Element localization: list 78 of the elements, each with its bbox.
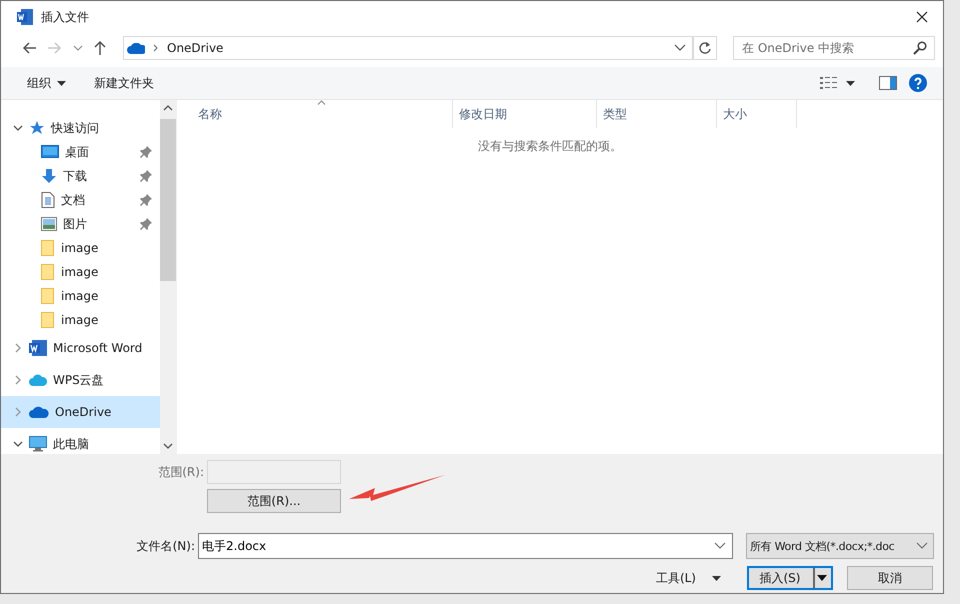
nav-item[interactable]: 文档 <box>1 188 160 212</box>
pin-icon[interactable] <box>140 170 152 182</box>
chevron-down-icon[interactable] <box>674 44 686 52</box>
refresh-button[interactable] <box>693 36 717 60</box>
nav-item[interactable]: WPS云盘 <box>1 364 160 396</box>
nav-item[interactable]: 图片 <box>1 212 160 236</box>
folder-icon <box>41 240 55 256</box>
nav-item[interactable]: Microsoft Word <box>1 332 160 364</box>
caret-icon <box>817 575 827 581</box>
filename-field[interactable]: 电手2.docx <box>198 533 733 559</box>
monitor-icon <box>41 145 59 159</box>
nav-item[interactable]: 快速访问 <box>1 116 160 140</box>
window-title: 插入文件 <box>41 8 89 26</box>
pin-icon[interactable] <box>140 218 152 230</box>
cancel-button[interactable]: 取消 <box>847 566 933 590</box>
preview-pane-icon[interactable] <box>879 76 897 90</box>
nav-item[interactable]: 此电脑 <box>1 428 160 454</box>
help-icon[interactable] <box>909 74 927 92</box>
cloud-icon <box>29 406 49 418</box>
caret-icon[interactable] <box>846 80 855 86</box>
star-icon <box>29 120 45 136</box>
pin-icon[interactable] <box>140 194 152 206</box>
new-folder-button[interactable]: 新建文件夹 <box>86 72 162 94</box>
chevron-up-icon[interactable] <box>163 105 173 111</box>
caret-icon <box>57 80 66 86</box>
column-header[interactable]: 大小 <box>717 100 797 128</box>
scrollbar-thumb[interactable] <box>160 119 176 281</box>
tools-button[interactable]: 工具(L) <box>650 568 727 588</box>
address-text: OneDrive <box>167 41 224 55</box>
up-arrow-icon[interactable] <box>93 40 107 56</box>
nav-item[interactable]: 下载 <box>1 164 160 188</box>
nav-item[interactable]: image <box>1 308 160 332</box>
nav-item[interactable]: image <box>1 236 160 260</box>
cloud-icon <box>127 42 145 54</box>
refresh-icon <box>698 41 712 55</box>
search-field[interactable]: 在 OneDrive 中搜索 <box>733 36 935 60</box>
range-button[interactable]: 范围(R)... <box>207 489 341 513</box>
chevron-down-icon <box>916 542 928 550</box>
chevron-down-icon[interactable] <box>163 443 173 449</box>
picture-icon <box>41 217 57 231</box>
nav-item[interactable]: 桌面 <box>1 140 160 164</box>
word-icon <box>17 9 33 25</box>
file-type-dropdown[interactable]: 所有 Word 文档(*.docx;*.doc <box>746 533 934 559</box>
chevron-down-icon[interactable] <box>13 440 23 448</box>
chevron-right-icon[interactable] <box>13 375 23 385</box>
chevron-down-icon[interactable] <box>714 542 726 550</box>
folder-icon <box>41 288 55 304</box>
nav-item[interactable]: image <box>1 284 160 308</box>
column-header[interactable]: 类型 <box>597 100 717 128</box>
range-label: 范围(R): <box>157 464 205 480</box>
scrollbar[interactable] <box>160 100 176 454</box>
word-icon <box>29 340 47 356</box>
empty-message: 没有与搜索条件匹配的项。 <box>477 138 623 155</box>
monitor-icon <box>29 436 47 452</box>
nav-item[interactable]: OneDrive <box>1 396 160 428</box>
back-arrow-icon[interactable] <box>21 41 37 55</box>
range-field[interactable] <box>207 460 341 484</box>
list-view-icon[interactable] <box>820 76 838 90</box>
nav-item[interactable]: image <box>1 260 160 284</box>
filename-label: 文件名(N): <box>136 538 196 554</box>
down-arrow-icon <box>41 168 57 184</box>
pin-icon[interactable] <box>140 146 152 158</box>
column-header[interactable]: 名称 <box>177 100 453 128</box>
cloud-icon <box>29 374 47 386</box>
document-icon <box>41 192 55 208</box>
chevron-right-icon <box>153 44 159 52</box>
chevron-right-icon[interactable] <box>13 343 23 353</box>
search-icon <box>913 41 927 55</box>
caret-icon <box>712 576 721 580</box>
insert-button[interactable]: 插入(S) <box>747 566 833 590</box>
folder-icon <box>41 264 55 280</box>
organize-menu-button[interactable]: 组织 <box>19 72 74 94</box>
chevron-down-icon[interactable] <box>13 124 23 132</box>
chevron-down-icon[interactable] <box>73 44 83 52</box>
address-bar[interactable]: OneDrive <box>123 36 693 60</box>
close-icon[interactable] <box>915 10 929 24</box>
folder-icon <box>41 312 55 328</box>
column-header[interactable]: 修改日期 <box>453 100 597 128</box>
